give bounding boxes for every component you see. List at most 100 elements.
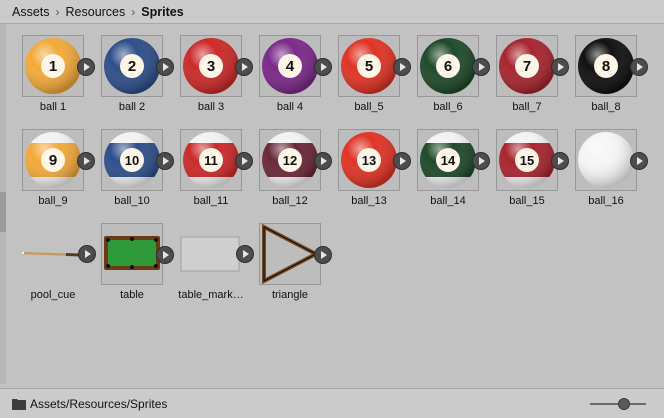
asset-label: ball 2 — [118, 101, 146, 113]
asset-tile[interactable]: 3 ball 3 — [166, 25, 253, 113]
zoom-slider-knob[interactable] — [618, 398, 630, 410]
asset-thumbnail[interactable]: 11 — [180, 129, 253, 191]
ball-image: 6 — [420, 38, 476, 94]
asset-tile[interactable]: 13 ball_13 — [324, 119, 411, 207]
asset-tile[interactable]: 8 ball_8 — [561, 25, 648, 113]
asset-tile[interactable]: 7 ball_7 — [482, 25, 569, 113]
asset-thumbnail[interactable] — [575, 129, 648, 191]
asset-label: ball_9 — [38, 195, 68, 207]
svg-text:11: 11 — [204, 153, 218, 168]
asset-tile[interactable]: 2 ball 2 — [87, 25, 174, 113]
svg-text:7: 7 — [523, 58, 531, 75]
ball-image: 11 — [183, 132, 239, 188]
ball-image: 14 — [420, 132, 476, 188]
svg-text:8: 8 — [602, 58, 610, 75]
svg-text:6: 6 — [444, 58, 452, 75]
zoom-slider[interactable] — [590, 398, 646, 410]
asset-tile[interactable]: 15 ball_15 — [482, 119, 569, 207]
asset-tile[interactable]: 11 ball_11 — [166, 119, 253, 207]
ball-image: 15 — [499, 132, 555, 188]
footer-path: Assets/Resources/Sprites — [30, 396, 168, 411]
asset-thumbnail[interactable]: 6 — [417, 35, 490, 97]
breadcrumb-resources[interactable]: Resources — [66, 5, 126, 19]
asset-tile[interactable]: table — [87, 213, 174, 301]
asset-label: ball_5 — [354, 101, 384, 113]
asset-label: triangle — [271, 289, 309, 301]
asset-label: ball_10 — [114, 195, 150, 207]
svg-text:13: 13 — [362, 153, 376, 168]
ball-image: 7 — [499, 38, 555, 94]
breadcrumb-assets[interactable]: Assets — [12, 5, 50, 19]
svg-text:15: 15 — [520, 153, 534, 168]
asset-label: ball_6 — [433, 101, 463, 113]
svg-text:5: 5 — [365, 58, 373, 75]
asset-thumbnail[interactable]: 5 — [338, 35, 411, 97]
asset-tile[interactable]: 12 ball_12 — [245, 119, 332, 207]
breadcrumb-sprites[interactable]: Sprites — [141, 5, 183, 19]
svg-text:12: 12 — [283, 153, 297, 168]
asset-tile[interactable]: triangle — [245, 213, 332, 301]
svg-text:2: 2 — [128, 58, 136, 75]
asset-tile[interactable]: table_mark… — [166, 213, 254, 301]
asset-thumbnail[interactable]: 8 — [575, 35, 648, 97]
asset-tile[interactable]: 6 ball_6 — [403, 25, 490, 113]
pool-cue-image — [22, 252, 81, 257]
expand-play-icon[interactable] — [630, 152, 648, 170]
asset-label: ball 3 — [197, 101, 225, 113]
asset-thumbnail[interactable]: 10 — [101, 129, 174, 191]
asset-tile[interactable]: pool_cue — [8, 213, 96, 301]
asset-thumbnail[interactable]: 2 — [101, 35, 174, 97]
panel-resize-handle[interactable] — [0, 192, 6, 232]
asset-grid: 1 ball 1 2 ball 2 3 ball 3 4 ball 4 5 ball_5 6 ball… — [8, 25, 658, 388]
asset-thumbnail[interactable]: 3 — [180, 35, 253, 97]
expand-play-icon[interactable] — [314, 246, 332, 264]
chevron-right-icon: › — [55, 4, 60, 19]
asset-thumbnail[interactable] — [259, 223, 332, 285]
asset-thumbnail[interactable] — [180, 223, 254, 285]
folder-icon — [12, 398, 26, 410]
breadcrumb: Assets › Resources › Sprites — [0, 0, 664, 24]
ball-image: 2 — [104, 38, 160, 94]
ball-image: 5 — [341, 38, 397, 94]
asset-label: ball_16 — [588, 195, 624, 207]
asset-label: pool_cue — [30, 289, 76, 301]
asset-thumbnail[interactable] — [22, 223, 96, 285]
asset-label: ball_14 — [430, 195, 466, 207]
asset-thumbnail[interactable]: 13 — [338, 129, 411, 191]
asset-label: ball_11 — [193, 195, 229, 207]
asset-thumbnail[interactable]: 7 — [496, 35, 569, 97]
ball-image: 10 — [104, 132, 160, 188]
asset-tile[interactable]: 4 ball 4 — [245, 25, 332, 113]
asset-thumbnail[interactable]: 12 — [259, 129, 332, 191]
asset-thumbnail[interactable]: 9 — [22, 129, 95, 191]
expand-play-icon[interactable] — [630, 58, 648, 76]
ball-image: 8 — [578, 38, 634, 94]
asset-tile[interactable]: 10 ball_10 — [87, 119, 174, 207]
asset-tile[interactable]: 1 ball 1 — [8, 25, 95, 113]
asset-thumbnail[interactable] — [101, 223, 174, 285]
asset-label: ball_8 — [591, 101, 621, 113]
footer-bar: Assets/Resources/Sprites — [0, 388, 664, 418]
svg-text:4: 4 — [286, 58, 295, 75]
svg-text:3: 3 — [207, 58, 215, 75]
asset-label: table — [120, 289, 144, 301]
svg-text:1: 1 — [49, 58, 57, 75]
ball-image: 12 — [262, 132, 318, 188]
triangle-image — [262, 224, 320, 284]
asset-tile[interactable]: 14 ball_14 — [403, 119, 490, 207]
table-image — [104, 236, 160, 270]
ball-image: 3 — [183, 38, 239, 94]
asset-label: ball_13 — [351, 195, 387, 207]
asset-tile[interactable]: 5 ball_5 — [324, 25, 411, 113]
svg-text:14: 14 — [441, 153, 456, 168]
asset-tile[interactable]: 9 ball_9 — [8, 119, 95, 207]
svg-text:10: 10 — [125, 153, 139, 168]
asset-thumbnail[interactable]: 14 — [417, 129, 490, 191]
asset-thumbnail[interactable]: 1 — [22, 35, 95, 97]
asset-thumbnail[interactable]: 15 — [496, 129, 569, 191]
left-panel-edge — [0, 24, 6, 384]
asset-label: table_mark… — [178, 289, 244, 301]
asset-thumbnail[interactable]: 4 — [259, 35, 332, 97]
ball-image: 9 — [25, 132, 81, 188]
asset-tile[interactable]: ball_16 — [561, 119, 648, 207]
